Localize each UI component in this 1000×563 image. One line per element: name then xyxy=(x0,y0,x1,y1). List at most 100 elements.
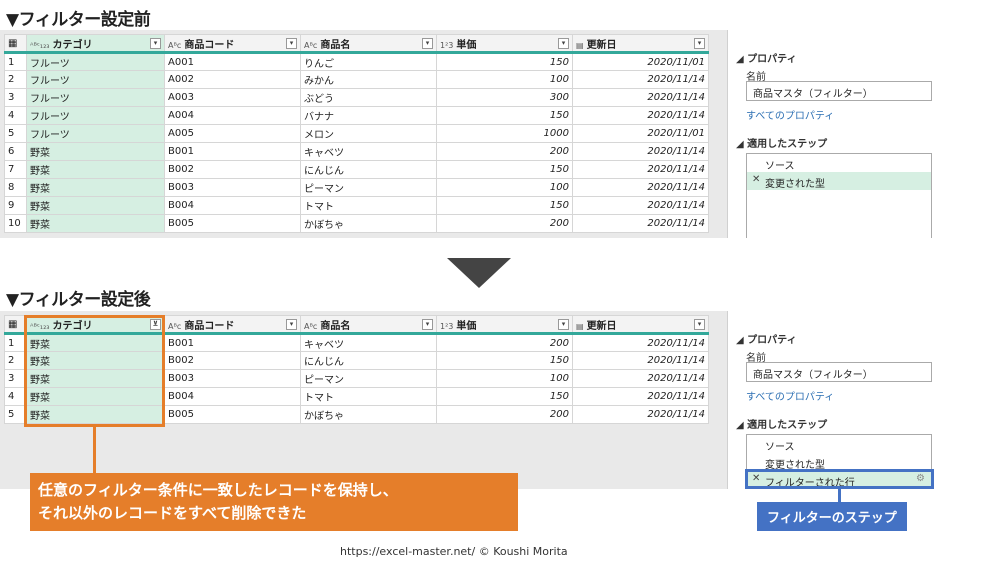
date-cell[interactable]: 2020/11/14 xyxy=(572,160,709,179)
name-cell[interactable]: みかん xyxy=(300,70,437,89)
date-cell[interactable]: 2020/11/14 xyxy=(572,178,709,197)
query-name-input[interactable]: 商品マスタ（フィルター） xyxy=(746,362,932,382)
price-cell[interactable]: 200 xyxy=(436,142,573,161)
row-number-cell[interactable]: 9 xyxy=(4,196,27,215)
name-cell[interactable]: バナナ xyxy=(300,106,437,125)
date-cell[interactable]: 2020/11/01 xyxy=(572,52,709,71)
row-number-cell[interactable]: 6 xyxy=(4,142,27,161)
row-number-cell[interactable]: 3 xyxy=(4,88,27,107)
category-cell[interactable]: フルーツ xyxy=(26,52,165,71)
table-row[interactable]: 3 フルーツ A003 ぶどう 300 2020/11/14 xyxy=(4,88,709,107)
dropdown-icon[interactable]: ▾ xyxy=(286,319,297,330)
code-cell[interactable]: B005 xyxy=(164,214,301,233)
column-header-date[interactable]: ▤ 更新日 ▾ xyxy=(572,34,709,54)
date-cell[interactable]: 2020/11/01 xyxy=(572,124,709,143)
applied-steps-heading[interactable]: ◢ 適用したステップ xyxy=(736,135,827,150)
row-number-cell[interactable]: 5 xyxy=(4,124,27,143)
table-menu-icon[interactable]: ▦ xyxy=(4,34,27,54)
name-cell[interactable]: メロン xyxy=(300,124,437,143)
column-header-price[interactable]: 1²3 単価 ▾ xyxy=(436,34,573,54)
dropdown-icon[interactable]: ▾ xyxy=(422,38,433,49)
name-cell[interactable]: にんじん xyxy=(300,160,437,179)
price-cell[interactable]: 1000 xyxy=(436,124,573,143)
code-cell[interactable]: B004 xyxy=(164,196,301,215)
category-cell[interactable]: フルーツ xyxy=(26,88,165,107)
row-number-cell[interactable]: 10 xyxy=(4,214,27,233)
category-cell[interactable]: 野菜 xyxy=(26,160,165,179)
price-cell[interactable]: 100 xyxy=(436,178,573,197)
applied-steps-heading[interactable]: ◢ 適用したステップ xyxy=(736,416,827,431)
category-cell[interactable]: 野菜 xyxy=(26,142,165,161)
category-cell[interactable]: フルーツ xyxy=(26,124,165,143)
date-cell[interactable]: 2020/11/14 xyxy=(572,70,709,89)
price-cell[interactable]: 150 xyxy=(436,160,573,179)
column-header-price[interactable]: 1²3 単価 ▾ xyxy=(436,315,573,335)
code-cell[interactable]: A002 xyxy=(164,70,301,89)
dropdown-icon[interactable]: ▾ xyxy=(150,38,161,49)
name-cell[interactable]: かぼちゃ xyxy=(300,405,437,424)
table-row[interactable]: 4 フルーツ A004 バナナ 150 2020/11/14 xyxy=(4,106,709,125)
table-row[interactable]: 6 野菜 B001 キャベツ 200 2020/11/14 xyxy=(4,142,709,161)
code-cell[interactable]: B005 xyxy=(164,405,301,424)
code-cell[interactable]: B003 xyxy=(164,369,301,388)
delete-step-icon[interactable]: ✕ xyxy=(752,174,760,185)
column-header-date[interactable]: ▤ 更新日 ▾ xyxy=(572,315,709,335)
table-row[interactable]: 2 フルーツ A002 みかん 100 2020/11/14 xyxy=(4,70,709,89)
category-cell[interactable]: 野菜 xyxy=(26,178,165,197)
name-cell[interactable]: かぼちゃ xyxy=(300,214,437,233)
row-number-cell[interactable]: 8 xyxy=(4,178,27,197)
date-cell[interactable]: 2020/11/14 xyxy=(572,405,709,424)
name-cell[interactable]: ピーマン xyxy=(300,178,437,197)
step-source[interactable]: ソース xyxy=(747,435,931,453)
code-cell[interactable]: B002 xyxy=(164,160,301,179)
name-cell[interactable]: キャベツ xyxy=(300,142,437,161)
all-properties-link[interactable]: すべてのプロパティ xyxy=(746,388,834,403)
code-cell[interactable]: B002 xyxy=(164,351,301,370)
price-cell[interactable]: 200 xyxy=(436,333,573,352)
dropdown-icon[interactable]: ▾ xyxy=(558,38,569,49)
row-number-cell[interactable]: 4 xyxy=(4,106,27,125)
column-header-code[interactable]: Aᴮc 商品コード ▾ xyxy=(164,34,301,54)
properties-heading[interactable]: ◢ プロパティ xyxy=(736,331,797,346)
dropdown-icon[interactable]: ▾ xyxy=(694,319,705,330)
code-cell[interactable]: B003 xyxy=(164,178,301,197)
code-cell[interactable]: B001 xyxy=(164,333,301,352)
row-number-cell[interactable]: 7 xyxy=(4,160,27,179)
table-row[interactable]: 8 野菜 B003 ピーマン 100 2020/11/14 xyxy=(4,178,709,197)
table-row[interactable]: 9 野菜 B004 トマト 150 2020/11/14 xyxy=(4,196,709,215)
dropdown-icon[interactable]: ▾ xyxy=(286,38,297,49)
step-source[interactable]: ソース xyxy=(747,154,931,172)
column-header-code[interactable]: Aᴮc 商品コード ▾ xyxy=(164,315,301,335)
dropdown-icon[interactable]: ▾ xyxy=(558,319,569,330)
code-cell[interactable]: A004 xyxy=(164,106,301,125)
name-cell[interactable]: ぶどう xyxy=(300,88,437,107)
date-cell[interactable]: 2020/11/14 xyxy=(572,369,709,388)
code-cell[interactable]: A001 xyxy=(164,52,301,71)
price-cell[interactable]: 100 xyxy=(436,369,573,388)
dropdown-icon[interactable]: ▾ xyxy=(694,38,705,49)
properties-heading[interactable]: ◢ プロパティ xyxy=(736,50,797,65)
price-cell[interactable]: 150 xyxy=(436,387,573,406)
price-cell[interactable]: 150 xyxy=(436,106,573,125)
name-cell[interactable]: トマト xyxy=(300,387,437,406)
category-cell[interactable]: 野菜 xyxy=(26,214,165,233)
query-name-input[interactable]: 商品マスタ（フィルター） xyxy=(746,81,932,101)
price-cell[interactable]: 200 xyxy=(436,405,573,424)
date-cell[interactable]: 2020/11/14 xyxy=(572,196,709,215)
name-cell[interactable]: トマト xyxy=(300,196,437,215)
price-cell[interactable]: 150 xyxy=(436,196,573,215)
column-header-name[interactable]: Aᴮc 商品名 ▾ xyxy=(300,315,437,335)
dropdown-icon[interactable]: ▾ xyxy=(422,319,433,330)
code-cell[interactable]: A005 xyxy=(164,124,301,143)
date-cell[interactable]: 2020/11/14 xyxy=(572,88,709,107)
code-cell[interactable]: B004 xyxy=(164,387,301,406)
name-cell[interactable]: キャベツ xyxy=(300,333,437,352)
date-cell[interactable]: 2020/11/14 xyxy=(572,351,709,370)
date-cell[interactable]: 2020/11/14 xyxy=(572,214,709,233)
category-cell[interactable]: フルーツ xyxy=(26,106,165,125)
name-cell[interactable]: ピーマン xyxy=(300,369,437,388)
date-cell[interactable]: 2020/11/14 xyxy=(572,333,709,352)
date-cell[interactable]: 2020/11/14 xyxy=(572,142,709,161)
table-row[interactable]: 5 フルーツ A005 メロン 1000 2020/11/01 xyxy=(4,124,709,143)
table-row[interactable]: 7 野菜 B002 にんじん 150 2020/11/14 xyxy=(4,160,709,179)
